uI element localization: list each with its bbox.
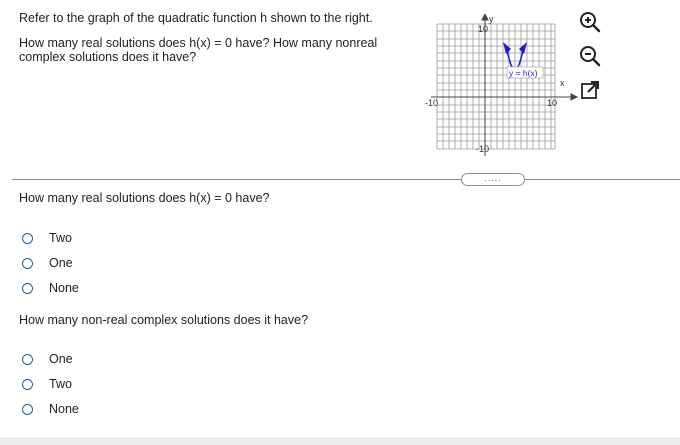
radio-button[interactable] — [22, 403, 33, 415]
curve-arrow-left — [503, 42, 511, 54]
q1-title: How many real solutions does h(x) = 0 ha… — [19, 191, 270, 205]
radio-button[interactable] — [22, 232, 33, 244]
option-label: One — [49, 352, 73, 366]
function-label: y = h(x) — [509, 68, 538, 78]
q2-option-none[interactable]: None — [22, 401, 79, 417]
radio-button[interactable] — [22, 378, 33, 390]
curve-arrow-right — [519, 42, 527, 54]
function-graph: y x 10 -10 -10 10 y = h(x) — [425, 14, 579, 156]
q1-option-one[interactable]: One — [22, 255, 73, 271]
radio-button[interactable] — [22, 282, 33, 294]
zoom-in-icon[interactable] — [578, 10, 602, 34]
problem-prompt: Refer to the graph of the quadratic func… — [19, 11, 419, 75]
q1-option-none[interactable]: None — [22, 280, 79, 296]
footer-bar — [0, 437, 680, 445]
x-axis-label: x — [560, 78, 565, 88]
option-label: None — [49, 281, 79, 295]
graph-toolbar — [578, 10, 608, 112]
tick-label-top: 10 — [478, 24, 488, 34]
problem-panel: Refer to the graph of the quadratic func… — [0, 0, 680, 445]
q2-title: How many non-real complex solutions does… — [19, 313, 309, 327]
radio-button[interactable] — [22, 353, 33, 365]
popout-icon[interactable] — [578, 78, 602, 102]
tick-label-right: 10 — [547, 98, 557, 108]
tick-label-left: -10 — [425, 98, 438, 108]
q1-option-two[interactable]: Two — [22, 230, 72, 246]
radio-button[interactable] — [22, 257, 33, 269]
section-divider — [12, 179, 680, 180]
zoom-out-icon[interactable] — [578, 44, 602, 68]
option-label: Two — [49, 231, 72, 245]
q2-option-two[interactable]: Two — [22, 376, 72, 392]
option-label: Two — [49, 377, 72, 391]
graph-grid — [436, 23, 556, 150]
tick-label-bottom: -10 — [476, 144, 489, 154]
q2-option-one[interactable]: One — [22, 351, 73, 367]
prompt-question: How many real solutions does h(x) = 0 ha… — [19, 36, 378, 64]
option-label: None — [49, 402, 79, 416]
y-axis-label: y — [489, 14, 494, 24]
option-label: One — [49, 256, 73, 270]
expand-more-button[interactable]: ..... — [461, 173, 525, 186]
prompt-intro: Refer to the graph of the quadratic func… — [19, 11, 373, 25]
